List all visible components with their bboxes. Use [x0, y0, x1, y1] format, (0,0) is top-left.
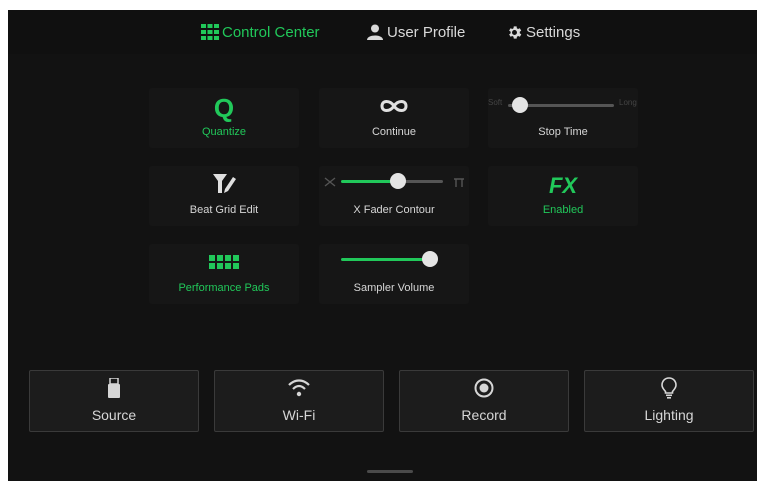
usb-drive-icon [108, 376, 120, 403]
record-icon-wrap [400, 378, 568, 403]
user-icon [366, 23, 384, 41]
tab-control-center-label: Control Center [222, 23, 320, 41]
lighting-label: Lighting [644, 407, 694, 423]
x-fader-slider-fill [341, 180, 397, 183]
tab-control-center[interactable]: Control Center [201, 21, 320, 43]
source-icon-wrap [30, 376, 198, 403]
fx-enabled-label: Enabled [542, 204, 584, 216]
stop-time-label: Stop Time [538, 126, 588, 138]
wifi-icon-wrap [215, 378, 383, 402]
x-fader-contour-label: X Fader Contour [353, 204, 435, 216]
tab-settings[interactable]: Settings [505, 21, 580, 43]
quantize-tile[interactable]: Q Quantize [149, 88, 299, 148]
beat-grid-edit-label: Beat Grid Edit [189, 204, 259, 216]
lighting-icon-wrap [585, 376, 753, 404]
sampler-volume-slider-thumb[interactable] [422, 251, 438, 267]
sampler-volume-slider-fill [341, 258, 435, 261]
top-tab-bar: Control Center User Profile Settings [8, 10, 757, 54]
stop-time-min-label: Soft [488, 98, 503, 107]
stop-time-max-label: Long [619, 98, 637, 107]
edit-grid-icon [211, 171, 237, 202]
fx-icon: FX [548, 173, 578, 198]
quantize-label: Quantize [201, 126, 247, 138]
performance-pads-tile[interactable]: Performance Pads [149, 244, 299, 304]
beat-grid-edit-icon-wrap [149, 173, 299, 199]
control-center-screen: Control Center User Profile Settings Q Q… [8, 10, 757, 481]
continue-label: Continue [371, 126, 417, 138]
sampler-volume-tile[interactable]: Sampler Volume [319, 244, 469, 304]
cross-curve-icon [324, 175, 336, 187]
wifi-label: Wi-Fi [282, 407, 316, 423]
tab-user-profile[interactable]: User Profile [366, 21, 465, 43]
x-fader-contour-tile[interactable]: X Fader Contour [319, 166, 469, 226]
performance-pads-label: Performance Pads [178, 282, 270, 294]
quantize-icon: Q [213, 93, 235, 123]
tab-user-profile-label: User Profile [387, 23, 466, 41]
gear-icon [505, 23, 523, 41]
wifi-icon [288, 378, 310, 402]
record-button[interactable]: Record [399, 370, 569, 432]
grid-icon [201, 23, 219, 41]
tab-settings-label: Settings [526, 23, 581, 41]
continue-icon-wrap [319, 95, 469, 121]
source-label: Source [91, 407, 137, 423]
performance-pads-icon-wrap [149, 251, 299, 277]
lightbulb-icon [661, 376, 677, 404]
stop-time-slider-thumb[interactable] [512, 97, 528, 113]
source-button[interactable]: Source [29, 370, 199, 432]
fx-tile[interactable]: FX Enabled [488, 166, 638, 226]
fx-icon-wrap: FX [488, 173, 638, 199]
stop-time-tile[interactable]: Soft Long Stop Time [488, 88, 638, 148]
wifi-button[interactable]: Wi-Fi [214, 370, 384, 432]
continue-tile[interactable]: Continue [319, 88, 469, 148]
record-icon [474, 378, 494, 403]
home-indicator[interactable] [367, 470, 413, 473]
beat-grid-edit-tile[interactable]: Beat Grid Edit [149, 166, 299, 226]
record-label: Record [461, 407, 507, 423]
lighting-button[interactable]: Lighting [584, 370, 754, 432]
sampler-volume-label: Sampler Volume [353, 282, 435, 294]
sharp-curve-icon [453, 175, 465, 187]
pads-icon [209, 254, 239, 274]
x-fader-slider-thumb[interactable] [390, 173, 406, 189]
infinity-icon [378, 97, 410, 120]
quantize-icon-wrap: Q [149, 95, 299, 121]
